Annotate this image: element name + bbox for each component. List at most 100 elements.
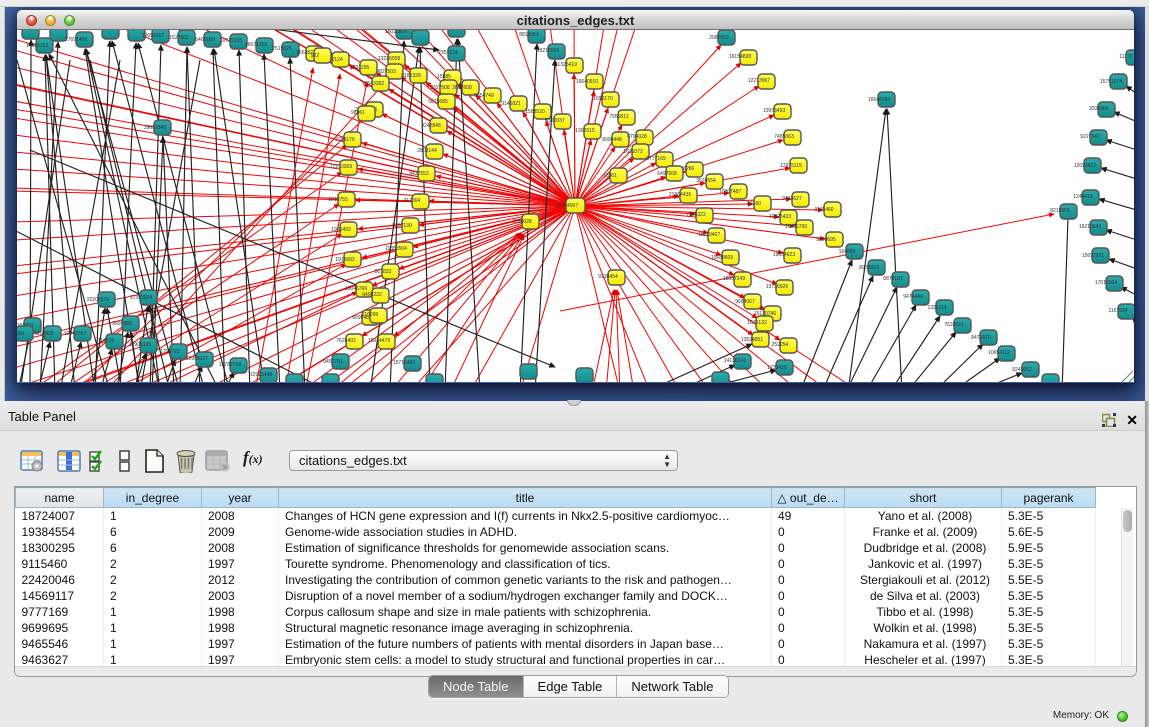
- svg-text:7515526: 7515526: [272, 46, 292, 52]
- svg-text:16961: 16961: [603, 173, 617, 179]
- svg-text:6466160: 6466160: [195, 37, 215, 43]
- svg-text:922: 922: [311, 53, 320, 59]
- svg-text:10958107: 10958107: [186, 356, 208, 362]
- svg-text:2803144: 2803144: [417, 148, 437, 154]
- svg-text:2867608: 2867608: [452, 85, 472, 91]
- svg-text:7485063: 7485063: [774, 134, 794, 140]
- svg-text:9474444: 9474444: [903, 294, 923, 300]
- svg-text:13226058: 13226058: [378, 56, 400, 62]
- svg-text:7632621: 7632621: [944, 322, 964, 328]
- svg-text:7357224: 7357224: [438, 50, 458, 56]
- svg-text:252254: 252254: [772, 342, 789, 348]
- svg-text:14055712: 14055712: [26, 43, 48, 49]
- svg-text:10688609: 10688609: [711, 255, 733, 261]
- svg-text:5322037: 5322037: [545, 118, 565, 124]
- svg-text:16914479: 16914479: [368, 338, 390, 344]
- svg-text:39159: 39159: [17, 331, 24, 337]
- svg-text:13524851: 13524851: [741, 337, 763, 343]
- svg-text:15716485: 15716485: [393, 360, 415, 366]
- svg-text:19218506: 19218506: [537, 48, 559, 54]
- svg-text:8454749: 8454749: [474, 93, 494, 99]
- svg-text:8813054: 8813054: [519, 32, 539, 38]
- svg-text:16033809: 16033809: [385, 30, 407, 35]
- svg-text:9827503: 9827503: [376, 69, 396, 75]
- svg-text:10807487: 10807487: [719, 189, 741, 195]
- svg-text:8471676: 8471676: [971, 335, 991, 341]
- svg-text:12975115: 12975115: [780, 163, 802, 169]
- svg-text:9146821: 9146821: [501, 101, 521, 107]
- svg-text:14136141: 14136141: [724, 358, 746, 364]
- svg-text:8427552: 8427552: [409, 171, 429, 177]
- svg-text:9327508: 9327508: [430, 85, 450, 91]
- svg-text:16671355: 16671355: [245, 42, 267, 48]
- svg-text:12213369: 12213369: [330, 164, 352, 170]
- svg-text:164095: 164095: [839, 249, 856, 255]
- svg-text:9115460: 9115460: [814, 207, 833, 213]
- svg-text:10655267: 10655267: [142, 33, 164, 39]
- svg-text:10025433: 10025433: [769, 214, 791, 220]
- svg-text:62160: 62160: [747, 201, 761, 207]
- svg-text:9684067: 9684067: [735, 299, 755, 305]
- svg-text:2718176: 2718176: [335, 137, 355, 143]
- svg-text:1010755: 1010755: [328, 197, 348, 203]
- svg-text:17016504: 17016504: [1095, 280, 1117, 286]
- svg-text:1916682: 1916682: [335, 257, 355, 263]
- svg-text:1615132: 1615132: [747, 320, 767, 326]
- svg-text:1621072: 1621072: [623, 149, 643, 155]
- svg-text:15885: 15885: [437, 74, 451, 80]
- svg-text:19756926: 19756926: [766, 284, 788, 290]
- svg-text:12905135: 12905135: [129, 342, 151, 348]
- svg-text:16648784: 16648784: [868, 97, 890, 103]
- svg-text:1335114: 1335114: [927, 305, 946, 311]
- svg-text:1965493: 1965493: [331, 227, 351, 233]
- svg-text:1244415: 1244415: [1073, 194, 1093, 200]
- svg-text:1156829: 1156829: [34, 331, 53, 337]
- svg-text:9242848: 9242848: [421, 123, 441, 129]
- svg-text:12942757: 12942757: [64, 331, 86, 337]
- svg-text:9227342: 9227342: [1080, 134, 1100, 140]
- svg-text:2330028: 2330028: [512, 219, 532, 225]
- svg-text:18807249: 18807249: [723, 276, 745, 282]
- svg-text:10654112: 10654112: [988, 350, 1010, 356]
- svg-text:7625402: 7625402: [336, 338, 356, 344]
- svg-text:6794028: 6794028: [627, 134, 647, 140]
- svg-text:9457791: 9457791: [323, 359, 343, 365]
- svg-text:15692971: 15692971: [1082, 253, 1104, 259]
- svg-text:20206576: 20206576: [87, 297, 109, 303]
- svg-text:27691406: 27691406: [65, 37, 87, 43]
- svg-text:12923448: 12923448: [250, 372, 272, 378]
- svg-text:29053346: 29053346: [144, 125, 166, 131]
- svg-text:6498222: 6498222: [362, 292, 382, 298]
- svg-text:8186328: 8186328: [401, 73, 421, 79]
- svg-text:3624554: 3624554: [696, 178, 716, 184]
- svg-text:114519: 114519: [98, 338, 115, 344]
- svg-text:1167534: 1167534: [1108, 308, 1127, 314]
- svg-text:9463627: 9463627: [782, 196, 802, 202]
- svg-text:9138454: 9138454: [598, 274, 618, 280]
- svg-text:8938923: 8938923: [859, 265, 879, 271]
- svg-text:9699695: 9699695: [816, 237, 836, 243]
- svg-text:867833: 867833: [375, 269, 392, 275]
- svg-text:9777169: 9777169: [646, 156, 666, 162]
- svg-text:17353924: 17353924: [130, 295, 152, 301]
- svg-text:9329966: 9329966: [1089, 106, 1109, 112]
- svg-text:16543382: 16543382: [362, 81, 384, 87]
- svg-text:10973493: 10973493: [763, 108, 785, 114]
- svg-text:9997586: 9997586: [112, 321, 132, 327]
- svg-text:16640910: 16640910: [576, 79, 598, 85]
- svg-text:6497568: 6497568: [657, 171, 677, 177]
- svg-text:12213967: 12213967: [748, 78, 770, 84]
- svg-text:1588520: 1588520: [525, 109, 545, 115]
- svg-text:8215955: 8215955: [1050, 208, 1070, 214]
- svg-text:16782759: 16782759: [219, 362, 241, 368]
- svg-text:116099: 116099: [362, 312, 379, 318]
- svg-text:317004: 317004: [404, 198, 421, 204]
- svg-text:16154838: 16154838: [729, 54, 751, 60]
- svg-text:16495796: 16495796: [785, 224, 807, 230]
- svg-text:891295: 891295: [353, 65, 370, 71]
- svg-text:11353504: 11353504: [385, 246, 407, 252]
- svg-text:1795723: 1795723: [160, 349, 180, 355]
- svg-text:7986322: 7986322: [686, 212, 706, 218]
- svg-text:16210643: 16210643: [1079, 224, 1101, 230]
- svg-text:5875685: 5875685: [428, 99, 448, 105]
